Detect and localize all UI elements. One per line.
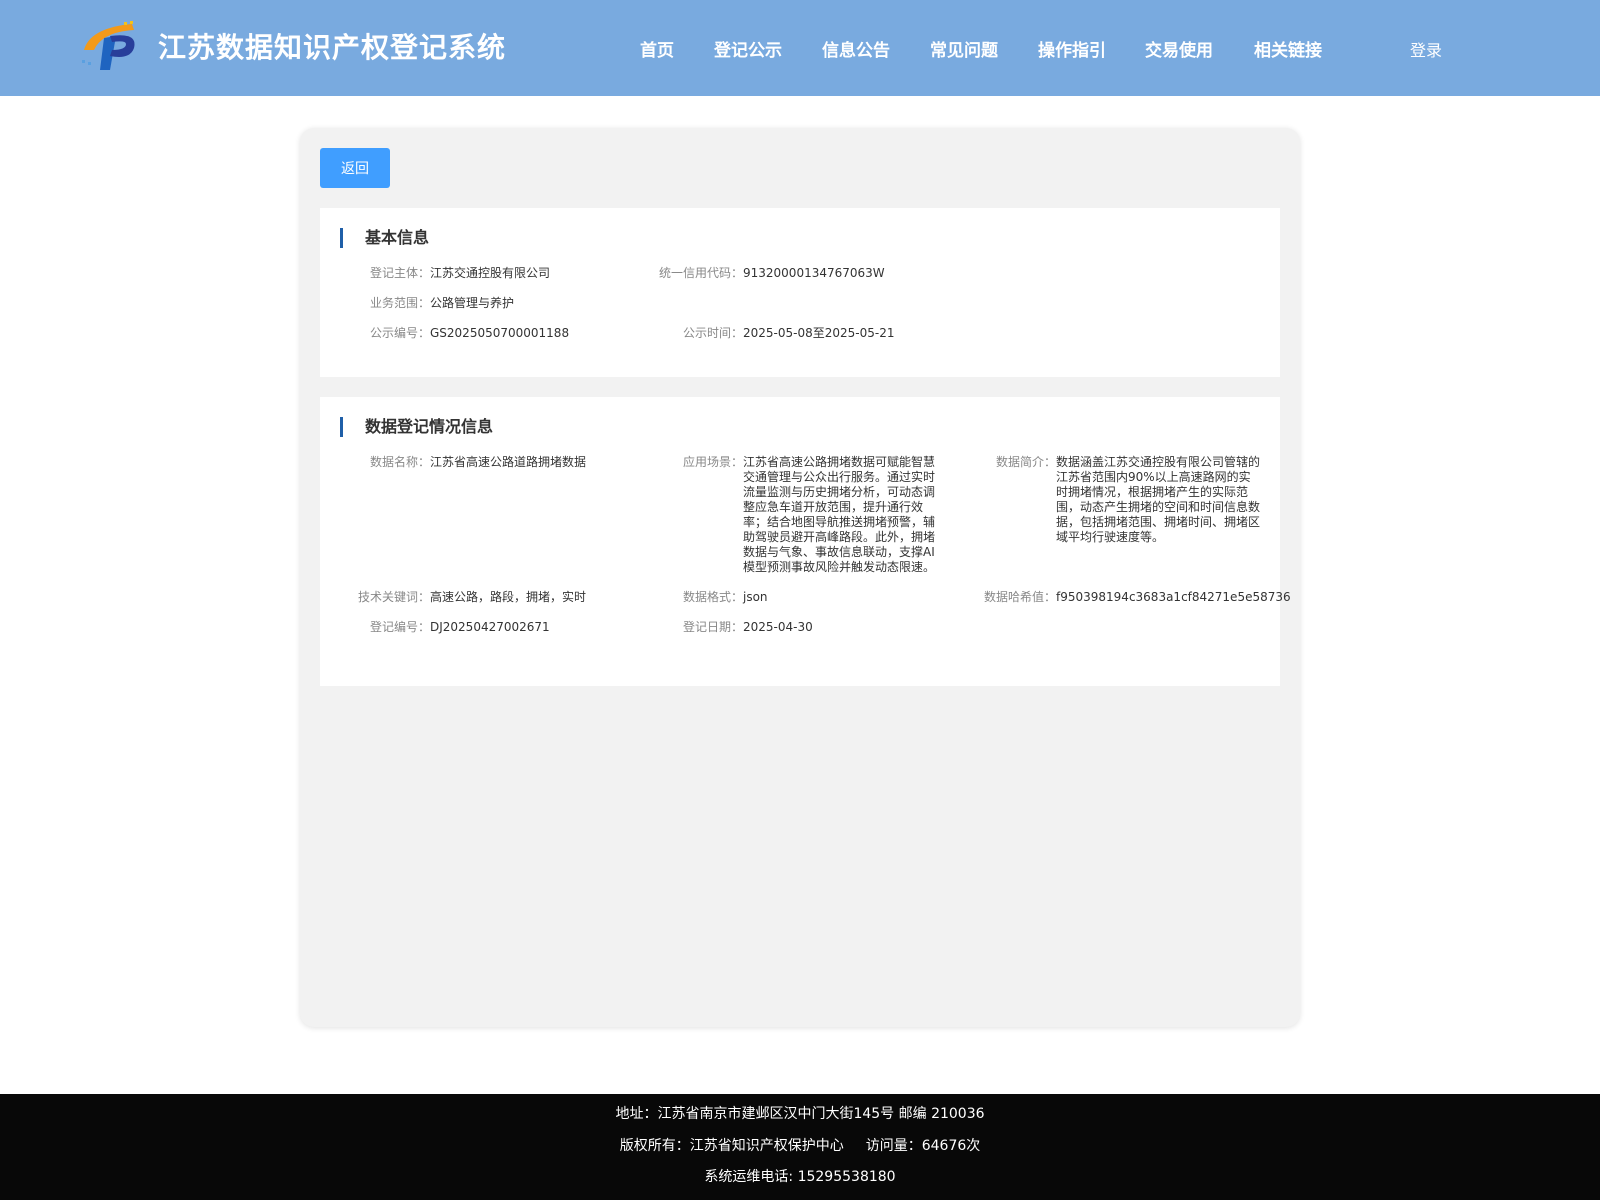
field-data-name: 数据名称： 江苏省高速公路道路拥堵数据 [340,455,650,470]
logo-icon [82,21,135,70]
nav-home[interactable]: 首页 [640,36,674,61]
field-label: 统一信用代码： [658,266,743,280]
field-label: 应用场景： [682,455,743,469]
field-value: 江苏省高速公路拥堵数据可赋能智慧交通管理与公众出行服务。通过实时流量监测与历史拥… [743,455,936,574]
basic-info-section: 基本信息 登记主体： 江苏交通控股有限公司 统一信用代码： 913200001347… [320,208,1280,377]
field-value: DJ20250427002671 [430,620,550,634]
field-value: 2025-05-08至2025-05-21 [743,326,895,340]
nav-guide[interactable]: 操作指引 [1038,36,1106,61]
field-value: 江苏交通控股有限公司 [430,266,551,280]
field-label: 登记主体： [369,266,430,280]
footer-visits: 访问量：64676次 [865,1138,981,1154]
field-label: 登记编号： [369,620,430,634]
field-credit-code: 统一信用代码： 91320000134767063W [650,266,939,281]
field-value: 高速公路，路段，拥堵，实时 [430,590,587,604]
field-notice-number: 公示编号： GS2025050700001188 [340,326,650,341]
field-registrant: 登记主体： 江苏交通控股有限公司 [340,266,650,281]
field-value: json [743,590,768,604]
field-label: 技术关键词： [357,590,430,604]
field-label: 公示时间： [682,326,743,340]
site-title: 江苏数据知识产权登记系统 [158,31,507,64]
field-label: 登记日期： [682,620,743,634]
field-value: 公路管理与养护 [430,296,515,310]
footer-copyright-line: 版权所有：江苏省知识产权保护中心 访问量：64676次 [0,1135,1600,1155]
footer-copyright: 版权所有：江苏省知识产权保护中心 [619,1138,844,1154]
login-link[interactable]: 登录 [1410,37,1442,61]
header: 江苏数据知识产权登记系统 首页 登记公示 信息公告 常见问题 操作指引 交易使用… [0,0,1600,96]
field-registration-date: 登记日期： 2025-04-30 [650,620,939,635]
footer-address: 地址：江苏省南京市建邺区汉中门大街145号 邮编 210036 [615,1106,985,1122]
field-data-format: 数据格式： json [650,590,939,605]
field-label: 业务范围： [369,296,430,310]
field-label: 数据哈希值： [983,590,1056,604]
nav-faq[interactable]: 常见问题 [930,36,998,61]
field-keywords: 技术关键词： 高速公路，路段，拥堵，实时 [340,590,650,605]
field-registration-number: 登记编号： DJ20250427002671 [340,620,650,635]
field-label: 数据简介： [995,455,1056,469]
field-data-hash: 数据哈希值： f950398194c3683a1cf84271e5e58736 [960,590,1291,605]
field-application-scenario: 应用场景： 江苏省高速公路拥堵数据可赋能智慧交通管理与公众出行服务。通过实时流量监… [650,455,939,575]
footer-phone: 系统运维电话: 15295538180 [704,1169,896,1185]
field-value: GS2025050700001188 [430,326,570,340]
nav-announcements[interactable]: 信息公告 [822,36,890,61]
nav-trading[interactable]: 交易使用 [1145,36,1213,61]
detail-card: 返回 基本信息 登记主体： 江苏交通控股有限公司 统一信用代码： 913200001… [300,128,1300,1027]
field-label: 数据名称： [369,455,430,469]
nav-links[interactable]: 相关链接 [1254,36,1322,61]
field-value: 2025-04-30 [743,620,813,634]
data-registration-section: 数据登记情况信息 数据名称： 江苏省高速公路道路拥堵数据 应用场景： 江苏省高速公路… [320,397,1291,686]
section-title: 数据登记情况信息 [340,417,493,437]
field-label: 数据格式： [682,590,743,604]
section-title: 基本信息 [340,228,429,248]
field-value: 江苏省高速公路道路拥堵数据 [430,455,587,469]
nav-registration-notice[interactable]: 登记公示 [714,36,782,61]
back-button[interactable]: 返回 [320,148,390,188]
field-value: 91320000134767063W [743,266,885,280]
field-notice-period: 公示时间： 2025-05-08至2025-05-21 [650,326,939,341]
field-label: 公示编号： [369,326,430,340]
footer: 地址：江苏省南京市建邺区汉中门大街145号 邮编 210036 版权所有：江苏省… [0,1094,1600,1200]
field-value: 数据涵盖江苏交通控股有限公司管辖的江苏省范围内90%以上高速路网的实时拥堵情况，… [1056,455,1261,544]
field-data-summary: 数据简介： 数据涵盖江苏交通控股有限公司管辖的江苏省范围内90%以上高速路网的实时… [960,455,1260,545]
field-value: f950398194c3683a1cf84271e5e58736 [1056,590,1291,604]
field-business-scope: 业务范围： 公路管理与养护 [340,296,650,311]
